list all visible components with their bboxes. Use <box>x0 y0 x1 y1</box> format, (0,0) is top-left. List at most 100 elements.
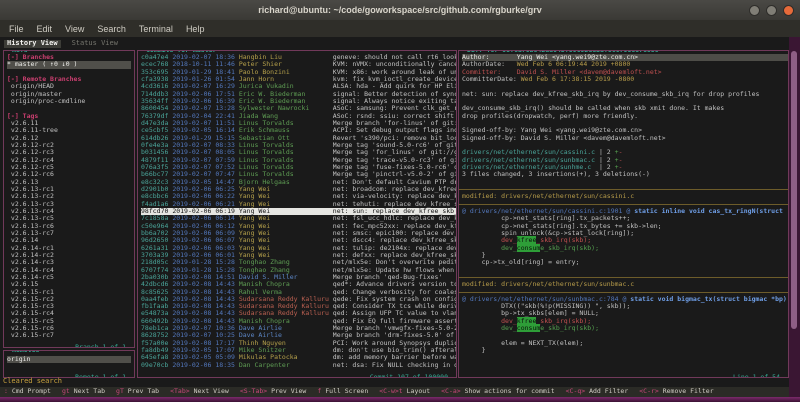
commit-author: Dan Carpenter <box>239 361 333 369</box>
terminal-content: History View Status View [-] Branches* m… <box>0 37 789 397</box>
help-key: <C-r> <box>639 387 662 395</box>
diff-segment: static void bigmac_tx(struct bigmac *bp) <box>626 295 786 303</box>
diff-separator <box>462 186 788 193</box>
diff-segment: consum <box>517 324 540 332</box>
diff-separator <box>462 274 788 281</box>
diff-segment: dev_ <box>462 324 517 332</box>
diff-segment: CommitterDate: <box>462 75 521 83</box>
tab-history-view[interactable]: History View <box>4 40 61 47</box>
diff-line[interactable] <box>462 267 788 274</box>
help-bar: : Cmd Prompt gt Next Tab gT Prev Tab <Tab> … <box>0 387 789 397</box>
menu-item-file[interactable]: File <box>9 24 24 34</box>
help-item: : Cmd Prompt <box>4 388 51 395</box>
window-controls <box>749 5 794 16</box>
help-key: <C-a> <box>441 387 464 395</box>
maximize-button[interactable] <box>766 5 777 16</box>
diff-line[interactable]: modified: drivers/net/ethernet/sun/sunbm… <box>462 281 788 288</box>
diff-line[interactable]: dev_consume_skb_irq(skb); <box>462 245 788 252</box>
screen: richard@ubuntu: ~/code/goworkspace/src/g… <box>0 0 800 402</box>
diff-pane-footer: Line 1 of 54 <box>730 374 783 378</box>
diff-segment: Wed Feb 6 17:38:15 2019 -0800 <box>521 75 635 83</box>
commits-pane-footer: Commit 107 of 100000 <box>367 374 451 378</box>
help-key: <C-q> <box>566 387 589 395</box>
diff-segment: modified: drivers/net/ethernet/sun/cassi… <box>462 192 634 200</box>
help-label: Next Tab <box>74 387 105 395</box>
help-label: Layout <box>407 387 430 395</box>
ref-remote-branch[interactable]: origin/proc-cmdline <box>7 98 134 105</box>
diff-line[interactable]: elem = NEXT_TX(elem); <box>462 340 788 347</box>
status-message: Cleared search <box>3 378 62 386</box>
help-item: gt Next Tab <box>62 388 105 395</box>
remotes-pane: origin Remotes Remote 1 of 1 <box>3 350 135 378</box>
window-titlebar: richard@ubuntu: ~/code/goworkspace/src/g… <box>0 0 800 20</box>
minimize-button[interactable] <box>749 5 760 16</box>
help-label: Add Filter <box>589 387 628 395</box>
diff-segment: consum <box>517 244 540 252</box>
help-item: <C-q> Add Filter <box>566 388 629 395</box>
diff-line[interactable]: dev_consume_skb_irq(skb); <box>462 325 788 332</box>
diff-segment: e_skb_irq(skb); <box>540 324 599 332</box>
close-button[interactable] <box>783 5 794 16</box>
help-item: f Full Screen <box>317 388 368 395</box>
diff-segment: cp->tx_old[ring] = entry; <box>462 258 579 266</box>
diff-segment: static inline void cas_tx_ringN(struct <box>630 207 783 215</box>
diff-line[interactable]: net: sun: replace dev_kfree_skb_irq by d… <box>462 91 788 98</box>
help-label: Prev View <box>271 387 306 395</box>
help-key: gT <box>116 387 128 395</box>
refs-pane-title: Refs <box>9 50 31 54</box>
refs-pane-footer: Branch 1 of 1 <box>72 344 129 348</box>
diff-pane: Author: Yang Wei <yang.wei9@zte.com.cn>A… <box>458 50 789 378</box>
diff-segment: Signed-off-by: David S. Miller <davem@da… <box>462 134 666 142</box>
remote-item[interactable]: origin <box>7 356 131 363</box>
commits-list: c0a47e4 2019-02-07 18:36 Hangbin Liu gen… <box>138 54 456 375</box>
menu-item-edit[interactable]: Edit <box>37 24 53 34</box>
diff-segment: drop profiles(dropwatch, perf) more frie… <box>462 112 638 120</box>
ref-tag[interactable]: v2.6.15-rc7 <box>7 332 134 339</box>
help-key: : <box>4 387 12 395</box>
help-item: <C-w>t Layout <box>379 388 430 395</box>
commit-row[interactable]: 09e70cb 2019-02-06 18:35 Dan Carpenter n… <box>141 362 456 369</box>
help-label: Full Screen <box>325 387 368 395</box>
diff-segment: } <box>462 346 485 354</box>
help-item: <C-r> Remove Filter <box>639 388 713 395</box>
remotes-pane-footer: Remote 1 of 1 <box>72 374 129 378</box>
diff-separator <box>462 289 788 296</box>
menu-item-view[interactable]: View <box>65 24 84 34</box>
diff-segment: e_skb_irq(skb); <box>540 244 599 252</box>
menu-item-help[interactable]: Help <box>186 24 205 34</box>
diff-line[interactable]: CommitterDate: Wed Feb 6 17:38:15 2019 -… <box>462 76 788 83</box>
commits-pane-title: Commits for master <box>143 50 219 54</box>
commit-hash: 09e70cb <box>141 361 168 369</box>
diff-segment: net: sun: replace dev_kfree_skb_irq by d… <box>462 90 759 98</box>
diff-segment: modified: drivers/net/ethernet/sun/sunbm… <box>462 280 634 288</box>
commits-pane: c0a47e4 2019-02-07 18:36 Hangbin Liu gen… <box>137 50 457 378</box>
help-label: Cmd Prompt <box>12 387 51 395</box>
menu-item-search[interactable]: Search <box>97 24 126 34</box>
help-key: <C-w>t <box>379 387 406 395</box>
help-item: <Tab> Next View <box>170 388 229 395</box>
help-item: <S-Tab> Prev View <box>240 388 307 395</box>
tab-status-view[interactable]: Status View <box>69 40 121 47</box>
ref-branch-master[interactable]: * master ( ↑0 ↓0 ) <box>7 61 131 68</box>
help-key: f <box>317 387 325 395</box>
diff-line[interactable]: drop profiles(dropwatch, perf) more frie… <box>462 113 788 120</box>
refs-list: [-] Branches* master ( ↑0 ↓0 ) [-] Remot… <box>4 54 134 345</box>
remotes-pane-title: Remotes <box>9 350 42 354</box>
diff-line[interactable]: Signed-off-by: David S. Miller <davem@da… <box>462 135 788 142</box>
diff-separator <box>462 201 788 208</box>
help-label: Prev Tab <box>128 387 159 395</box>
commit-message: net: dsa: Fix NULL checking in ds <box>333 361 456 369</box>
scrollbar-thumb[interactable] <box>791 51 797 329</box>
help-key: <Tab> <box>170 387 193 395</box>
commit-date: 2019-02-06 18:35 <box>168 361 238 369</box>
diff-line[interactable]: 3 files changed, 3 insertions(+), 3 dele… <box>462 171 788 178</box>
diff-line[interactable] <box>462 179 788 186</box>
menu-bar: File Edit View Search Terminal Help <box>0 20 800 37</box>
diff-content: Author: Yang Wei <yang.wei9@zte.com.cn>A… <box>459 54 788 375</box>
help-label: Show actions for commit <box>465 387 555 395</box>
diff-line[interactable]: modified: drivers/net/ethernet/sun/cassi… <box>462 193 788 200</box>
menu-item-terminal[interactable]: Terminal <box>139 24 173 34</box>
diff-line[interactable]: cp->tx_old[ring] = entry; <box>462 259 788 266</box>
diff-line[interactable]: } <box>462 347 788 354</box>
tab-bar: History View Status View <box>0 37 121 50</box>
